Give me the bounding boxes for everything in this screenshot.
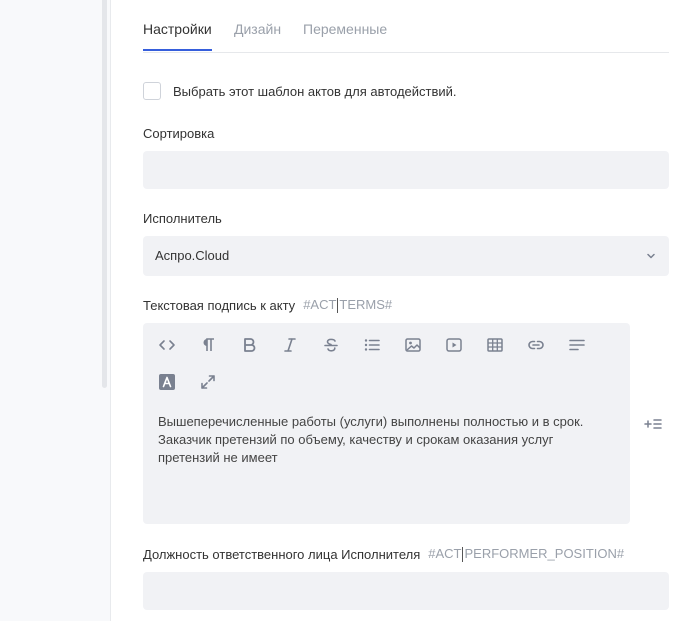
fullscreen-icon[interactable] <box>198 372 218 392</box>
sort-input[interactable] <box>143 151 669 189</box>
strikethrough-icon[interactable] <box>321 335 341 355</box>
act-caption-label: Текстовая подпись к акту #ACT TERMS# <box>143 297 393 314</box>
code-view-icon[interactable] <box>157 335 177 355</box>
act-caption-code: #ACT TERMS# <box>303 297 393 314</box>
executor-label-text: Исполнитель <box>143 211 222 226</box>
insert-variable-icon[interactable] <box>644 417 662 431</box>
list-icon[interactable] <box>362 335 382 355</box>
left-panel <box>0 0 111 621</box>
executor-select-value: Аспро.Cloud <box>155 248 230 263</box>
font-color-icon[interactable] <box>157 372 177 392</box>
bold-icon[interactable] <box>239 335 259 355</box>
performer-position-input[interactable] <box>143 572 669 610</box>
performer-position-label: Должность ответственного лица Исполнител… <box>143 546 625 563</box>
tab-settings[interactable]: Настройки <box>143 21 212 37</box>
editor-content[interactable]: Вышеперечисленные работы (услуги) выполн… <box>158 413 628 467</box>
image-icon[interactable] <box>403 335 423 355</box>
act-caption-label-text: Текстовая подпись к акту <box>143 297 296 313</box>
auto-template-checkbox[interactable] <box>143 82 161 100</box>
align-icon[interactable] <box>567 335 587 355</box>
chevron-down-icon <box>647 253 655 259</box>
editor-line: Вышеперечисленные работы (услуги) выполн… <box>158 414 584 429</box>
active-tab-indicator <box>143 49 212 51</box>
performer-position-code-part1: #ACT <box>428 546 462 561</box>
sort-label: Сортировка <box>143 126 214 141</box>
executor-select[interactable]: Аспро.Cloud <box>143 236 669 276</box>
paragraph-icon[interactable] <box>198 335 218 355</box>
link-icon[interactable] <box>526 335 546 355</box>
performer-position-label-text: Должность ответственного лица Исполнител… <box>143 546 421 562</box>
table-icon[interactable] <box>485 335 505 355</box>
act-caption-code-part1: #ACT <box>303 297 337 312</box>
sort-label-text: Сортировка <box>143 126 215 141</box>
executor-label: Исполнитель <box>143 211 222 226</box>
tab-design[interactable]: Дизайн <box>234 21 281 37</box>
left-panel-scrollbar[interactable] <box>102 0 107 388</box>
performer-position-code-part2: PERFORMER_POSITION# <box>464 546 625 561</box>
performer-position-code: #ACT PERFORMER_POSITION# <box>428 546 625 563</box>
tab-bar: Настройки Дизайн Переменные <box>143 0 669 53</box>
auto-template-label: Выбрать этот шаблон актов для автодейств… <box>173 83 457 99</box>
video-icon[interactable] <box>444 335 464 355</box>
editor-line: претензий не имеет <box>158 450 278 465</box>
italic-icon[interactable] <box>280 335 300 355</box>
tab-variables[interactable]: Переменные <box>303 21 387 37</box>
editor-line: Заказчик претензий по объему, качеству и… <box>158 432 554 447</box>
rich-text-editor[interactable]: Вышеперечисленные работы (услуги) выполн… <box>143 323 630 524</box>
auto-template-row: Выбрать этот шаблон актов для автодейств… <box>143 82 457 100</box>
act-caption-code-part2: TERMS# <box>339 297 393 312</box>
